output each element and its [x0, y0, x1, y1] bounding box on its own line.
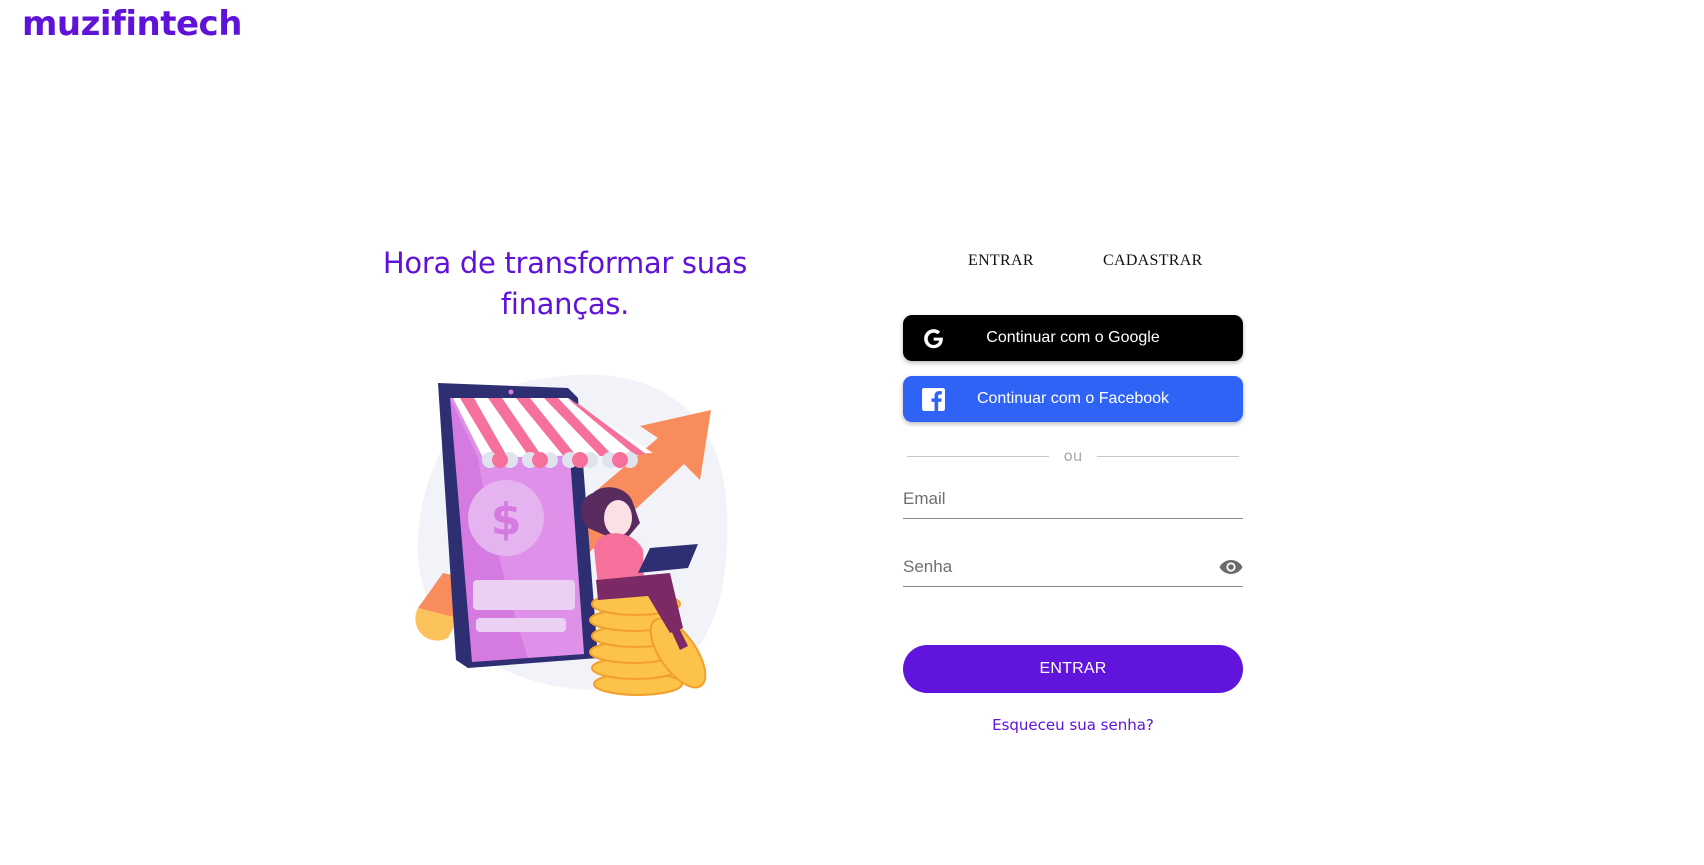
online-store-finance-illustration: $	[415, 374, 728, 696]
hero-headline-line1: Hora de transformar suas	[382, 246, 748, 280]
eye-icon[interactable]	[1219, 558, 1243, 576]
google-icon	[924, 329, 944, 349]
login-submit-button[interactable]: ENTRAR	[903, 645, 1243, 693]
tab-entrar[interactable]: ENTRAR	[968, 252, 1034, 270]
google-login-label: Continuar com o Google	[986, 329, 1160, 346]
divider-line-right	[1097, 456, 1239, 457]
hero-headline-line2: finanças.	[500, 287, 630, 321]
facebook-login-label: Continuar com o Facebook	[976, 390, 1170, 407]
password-input[interactable]	[903, 552, 1193, 582]
email-field-wrapper	[903, 484, 1243, 519]
facebook-icon	[922, 388, 945, 411]
or-divider: ou	[907, 446, 1239, 468]
password-field-wrapper	[903, 552, 1243, 587]
email-input[interactable]	[903, 484, 1193, 514]
google-login-button[interactable]: Continuar com o Google	[903, 315, 1243, 361]
auth-tabs: ENTRAR CADASTRAR	[903, 240, 1243, 284]
svg-text:$: $	[491, 494, 522, 545]
facebook-login-button[interactable]: Continuar com o Facebook	[903, 376, 1243, 422]
tab-cadastrar[interactable]: CADASTRAR	[1103, 252, 1203, 270]
forgot-password-link[interactable]: Esqueceu sua senha?	[903, 716, 1243, 734]
hero-headline: Hora de transformar suas finanças.	[355, 243, 775, 325]
logo[interactable]: muzifintech	[22, 4, 242, 44]
